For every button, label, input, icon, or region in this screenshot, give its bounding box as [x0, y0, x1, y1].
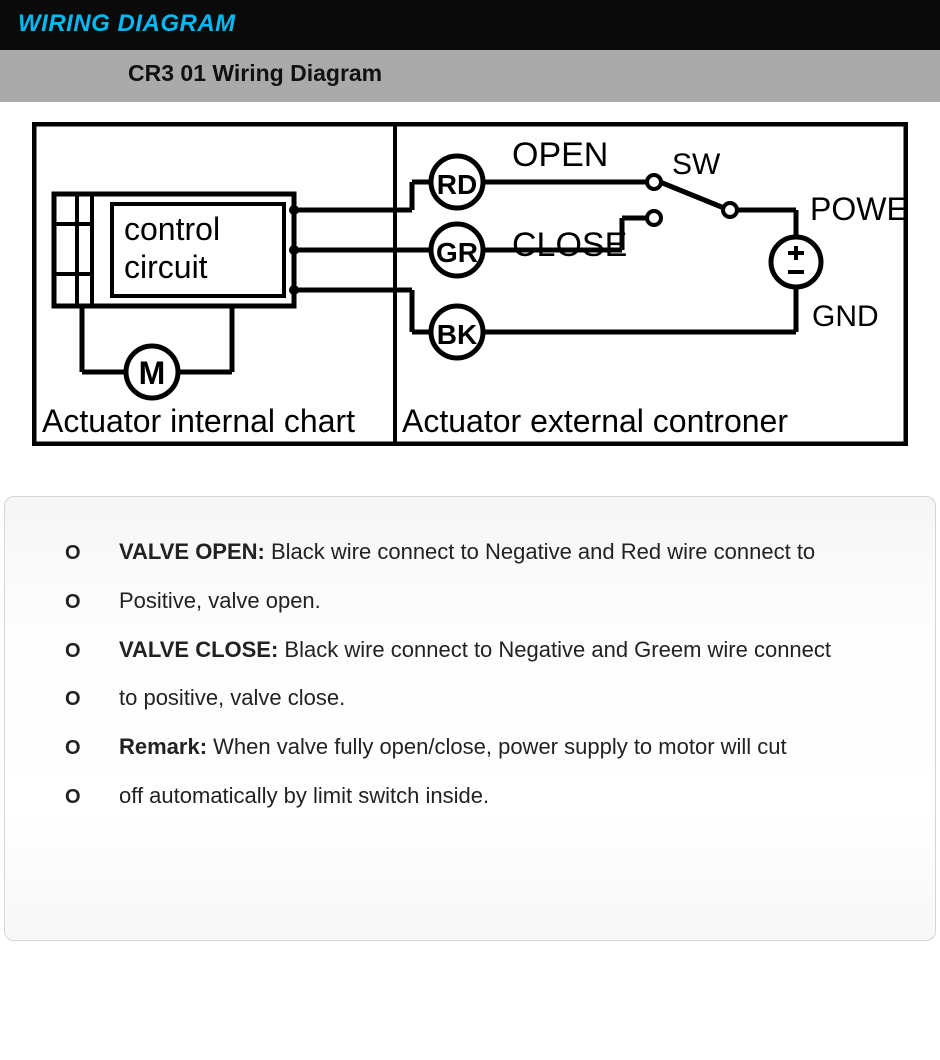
motor-label: M	[139, 355, 166, 391]
bullet-icon: O	[65, 688, 85, 711]
control-label-2: circuit	[124, 249, 208, 285]
desc-row: O Remark: When valve fully open/close, p…	[65, 732, 897, 763]
desc-text: VALVE CLOSE: Black wire connect to Negat…	[119, 635, 831, 666]
close-label: CLOSE	[512, 226, 627, 264]
left-caption: Actuator internal chart	[42, 403, 355, 439]
bullet-icon: O	[65, 640, 85, 663]
desc-text: off automatically by limit switch inside…	[119, 781, 489, 812]
power-label: POWER	[810, 191, 908, 227]
header-bar: WIRING DIAGRAM	[0, 0, 940, 50]
desc-row: O to positive, valve close.	[65, 683, 897, 714]
desc-row: O off automatically by limit switch insi…	[65, 781, 897, 812]
wiring-diagram-svg: control circuit M RD GR BK OPEN CLOSE	[32, 122, 908, 446]
gr-node: GR	[436, 237, 478, 268]
desc-row: O Positive, valve open.	[65, 586, 897, 617]
gnd-label: GND	[812, 300, 879, 333]
open-label: OPEN	[512, 136, 608, 174]
description-box: O VALVE OPEN: Black wire connect to Nega…	[4, 496, 936, 941]
page-title: WIRING DIAGRAM	[18, 10, 236, 37]
diagram-container: control circuit M RD GR BK OPEN CLOSE	[0, 102, 940, 476]
sw-label: SW	[672, 148, 721, 181]
desc-text: Positive, valve open.	[119, 586, 321, 617]
bk-node: BK	[437, 319, 477, 350]
desc-row: O VALVE CLOSE: Black wire connect to Neg…	[65, 635, 897, 666]
desc-text: to positive, valve close.	[119, 683, 345, 714]
bullet-icon: O	[65, 737, 85, 760]
control-label-1: control	[124, 211, 220, 247]
desc-text: Remark: When valve fully open/close, pow…	[119, 732, 787, 763]
right-caption: Actuator external controner	[402, 403, 788, 439]
desc-text: VALVE OPEN: Black wire connect to Negati…	[119, 537, 815, 568]
bullet-icon: O	[65, 542, 85, 565]
desc-row: O VALVE OPEN: Black wire connect to Nega…	[65, 537, 897, 568]
sub-header-bar: CR3 01 Wiring Diagram	[0, 50, 940, 102]
rd-node: RD	[437, 169, 477, 200]
diagram-title: CR3 01 Wiring Diagram	[128, 60, 382, 86]
bullet-icon: O	[65, 591, 85, 614]
bullet-icon: O	[65, 786, 85, 809]
